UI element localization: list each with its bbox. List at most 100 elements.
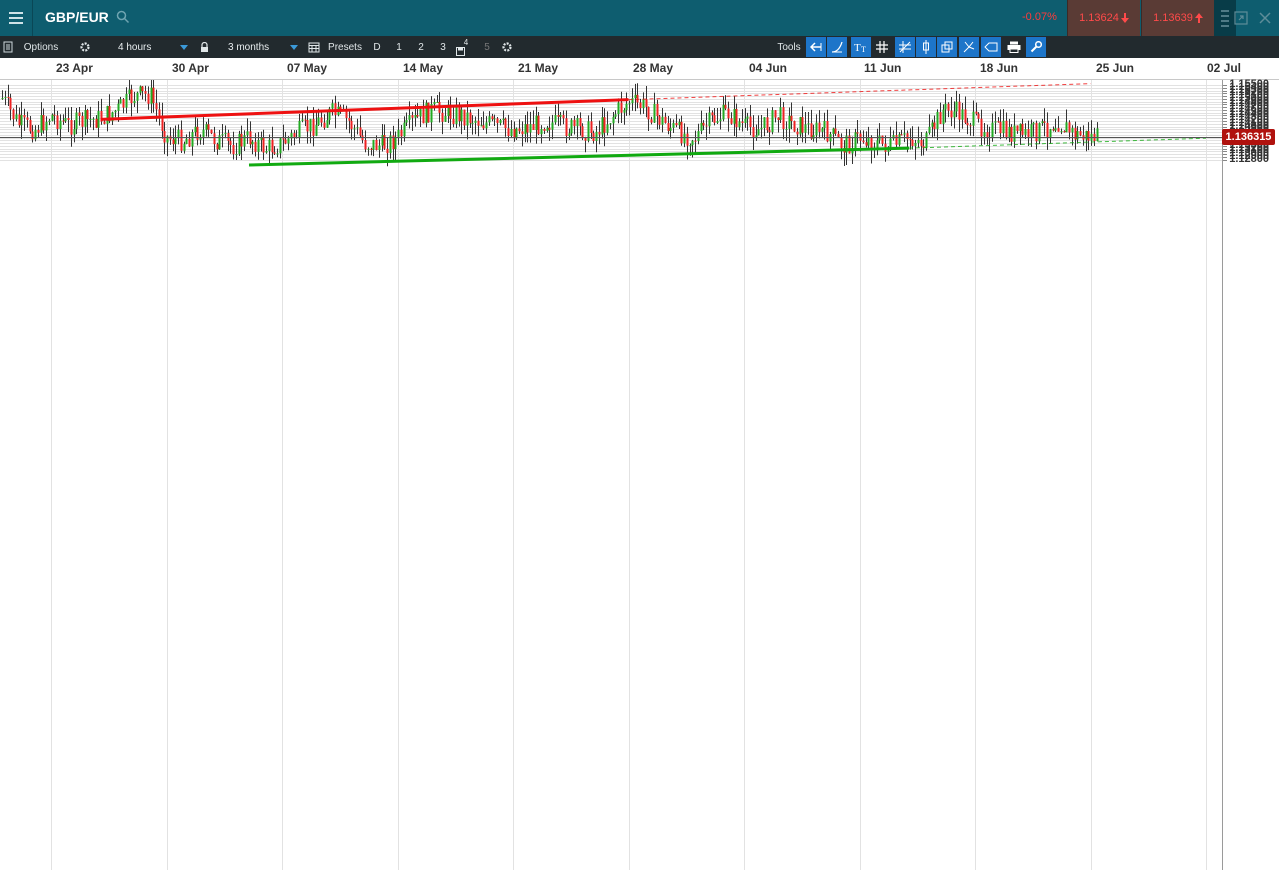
candle-body [647,106,650,120]
settings-icon[interactable] [498,36,516,58]
candle-body [601,117,604,135]
label-tool-icon[interactable] [981,37,1001,57]
candle-body [262,137,265,153]
candle-body [482,125,485,129]
layers-tool-icon[interactable] [937,37,957,57]
candle-body [477,120,480,126]
candle-tool-icon[interactable] [916,37,936,57]
candle-body [194,126,197,133]
candle-body [609,123,612,125]
candle-body [1030,124,1033,137]
presets-label: Presets [328,41,362,53]
candle-body [931,122,934,127]
candle-body [576,118,579,127]
options-button[interactable]: Options [18,36,64,58]
candle-body [485,122,488,129]
candle-body [37,129,40,133]
candle-body [568,133,571,136]
lock-icon[interactable] [196,36,212,58]
print-icon[interactable] [1004,37,1024,57]
candle-body [422,108,425,124]
menu-icon[interactable] [0,0,33,36]
date-label: 23 Apr [56,61,93,75]
text-tool-icon[interactable]: TT [851,37,871,57]
candle-body [254,141,257,152]
price-chart[interactable]: 1.15500 1.15400 1.15300 1.15200 1.15100 1.150… [0,78,1279,870]
candle-body [397,129,400,137]
candle-body [911,139,914,146]
candle-body [942,109,945,124]
candle-body [466,112,469,126]
candle-body [493,118,496,120]
candle-body [436,101,439,103]
document-icon[interactable] [0,36,16,58]
candle-body [97,111,100,128]
candle-body [348,117,351,121]
candle-body [394,136,397,150]
interval-select[interactable]: 4 hours [110,39,192,55]
candle-body [639,102,642,109]
candle-body [650,119,653,123]
chevron-down-icon [290,45,298,50]
preset-d-button[interactable]: D [368,36,386,58]
buy-price-button[interactable]: 1.13639 [1141,0,1214,36]
candle-body [26,117,29,120]
candle-body [889,138,892,148]
sell-price-button[interactable]: 1.13624 [1067,0,1140,36]
wrench-icon[interactable] [1026,37,1046,57]
candle-body [711,112,714,116]
pitchfork-tool-icon[interactable] [959,37,979,57]
candle-body [994,121,997,123]
candle-body [689,145,692,147]
candle-body [570,119,573,134]
arrow-up-icon [1194,13,1203,23]
chart-canvas[interactable] [0,80,1279,870]
candle-body [224,132,227,135]
candle-body [738,121,741,128]
candle-body [719,119,722,122]
preset-1-button[interactable]: 1 [390,36,408,58]
candle-body [381,135,384,146]
preset-2-button[interactable]: 2 [412,36,430,58]
candle-body [144,91,147,94]
candle-body [768,130,771,133]
candle-body [257,139,260,152]
candle-body [510,128,513,136]
candle-body [1035,122,1038,142]
candle-body [433,102,436,105]
preset-3-button[interactable]: 3 [434,36,452,58]
candle-body [683,133,686,144]
grid-tool-icon[interactable] [872,37,892,57]
popout-icon[interactable] [1230,0,1252,36]
fibonacci-tool-icon[interactable] [895,37,915,57]
candle-body [1038,123,1041,142]
candle-body [1016,125,1019,132]
preset-5-button[interactable]: 5 [478,36,496,58]
search-icon[interactable] [116,10,130,24]
range-select[interactable]: 3 months [220,39,302,55]
candle-body [705,125,708,127]
calendar-icon[interactable] [305,36,323,58]
candle-body [986,132,989,138]
close-icon[interactable] [1254,0,1276,36]
candle-body [557,115,560,117]
gear-icon[interactable] [76,36,94,58]
candle-body [1005,120,1008,138]
support-trendline [248,146,910,167]
sell-price: 1.13624 [1079,12,1119,24]
candle-body [515,128,518,139]
candle-body [1019,123,1022,132]
candle-body [86,110,89,120]
candle-body [702,122,705,126]
candle-body [147,93,150,104]
curve-tool-icon[interactable] [827,37,847,57]
candle-body [499,119,502,124]
candle-body [590,121,593,133]
back-arrow-icon[interactable] [806,37,826,57]
tools-label: Tools [777,41,801,53]
candle-body [810,123,813,139]
candle-body [532,124,535,130]
preset-4-button[interactable]: 4 [453,36,471,58]
candle-body [375,139,378,151]
instrument-name[interactable]: GBP/EUR [45,9,109,25]
